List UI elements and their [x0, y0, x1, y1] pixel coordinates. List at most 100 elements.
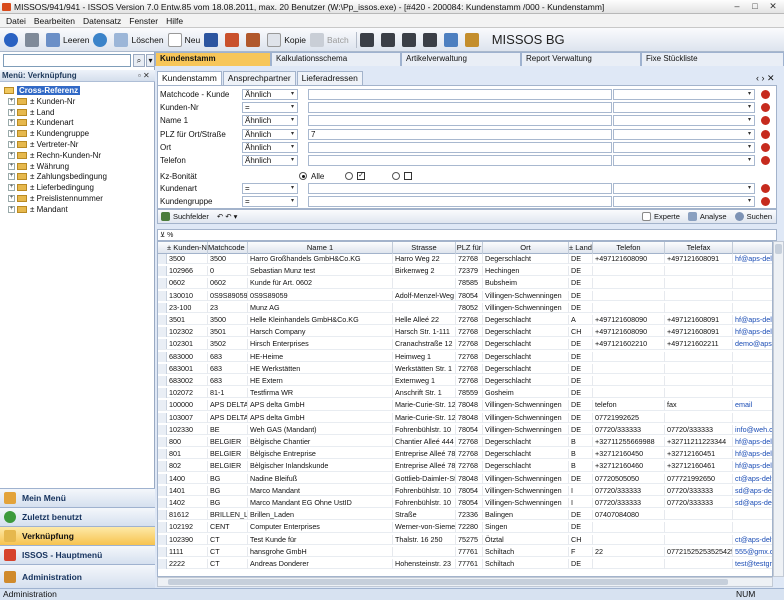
- prev-record-button[interactable]: [380, 32, 398, 47]
- tab-kalkulationsschema[interactable]: Kalkulationsschema: [271, 52, 401, 66]
- table-row[interactable]: 802 BELGIER Bèlgischer Inlandskunde Entrepr…: [158, 461, 772, 472]
- delete-button[interactable]: Löschen: [114, 32, 164, 47]
- tree-item[interactable]: + ± Mandant: [0, 204, 155, 215]
- refresh-button[interactable]: [93, 32, 110, 47]
- row-selector[interactable]: [158, 339, 167, 350]
- column-header[interactable]: Email: [733, 242, 772, 254]
- tree-item[interactable]: + ± Kundengruppe: [0, 128, 155, 139]
- hscroll-thumb[interactable]: [168, 579, 728, 585]
- tree-item[interactable]: + ± Kunden-Nr: [0, 96, 155, 107]
- table-row[interactable]: 1401 BG Marco Mandant Fohrenbühlstr. 10 7805…: [158, 485, 772, 496]
- criteria-value-input[interactable]: [308, 89, 612, 100]
- analysis-button[interactable]: Analyse: [687, 212, 727, 221]
- expand-icon[interactable]: +: [8, 141, 15, 149]
- table-row[interactable]: 23-100 23 Munz AG 78052 Villingen-Schwenning…: [158, 302, 772, 313]
- criteria-value-input[interactable]: [308, 102, 612, 114]
- criteria-value-input[interactable]: [308, 115, 612, 127]
- column-header[interactable]: ± Kunden-Nr: [167, 242, 208, 254]
- table-row[interactable]: 81612BRILLEN_LABrillen_LadenStraße72336B…: [158, 510, 772, 521]
- subtab-lieferadressen[interactable]: Lieferadressen: [296, 71, 363, 85]
- criteria-value2-input[interactable]: ▾: [613, 102, 755, 114]
- horizontal-scrollbar[interactable]: [157, 577, 773, 587]
- radio-checked-only[interactable]: [345, 172, 353, 180]
- tools-button[interactable]: [464, 32, 482, 47]
- tree-item[interactable]: + ± Lieferbedingung: [0, 182, 155, 193]
- tab-fixe-stueckliste[interactable]: Fixe Stückliste: [641, 52, 784, 66]
- column-header[interactable]: ± Land: [569, 242, 593, 254]
- operator-select[interactable]: Ähnlich ▾: [242, 89, 298, 100]
- search-fields-button[interactable]: Suchfelder: [161, 212, 209, 221]
- table-row[interactable]: 100000 APS DELTA APS delta GmbH Marie-Curie…: [158, 400, 772, 411]
- minimize-button[interactable]: –: [728, 1, 746, 12]
- operator-select[interactable]: Ähnlich ▾: [242, 141, 298, 153]
- table-row[interactable]: 683000 683 HE-Heime Heimweg 1 72768 Degerschl…: [158, 351, 772, 362]
- menu-datensatz[interactable]: Datensatz: [83, 16, 121, 26]
- table-row[interactable]: 102301 3502 Hirsch Enterprises Cranachstraß…: [158, 339, 772, 350]
- menu-fenster[interactable]: Fenster: [129, 16, 158, 26]
- criteria-value2-input[interactable]: ▾: [613, 196, 755, 208]
- menu-datei[interactable]: Datei: [6, 16, 26, 26]
- row-selector[interactable]: [158, 449, 167, 460]
- column-header[interactable]: Ort: [483, 242, 569, 254]
- row-selector[interactable]: [158, 351, 167, 362]
- remove-criteria-icon[interactable]: [761, 129, 770, 139]
- tree-root-cross-reference[interactable]: Cross-Referenz: [4, 84, 155, 96]
- batch-button[interactable]: Batch: [309, 32, 349, 47]
- tab-kundenstamm[interactable]: Kundenstamm: [155, 52, 271, 66]
- remove-criteria-icon[interactable]: [761, 184, 770, 193]
- operator-select[interactable]: = ▾: [242, 196, 298, 208]
- row-selector[interactable]: [158, 522, 167, 533]
- criteria-value-input[interactable]: 7: [308, 128, 612, 140]
- tab-report-verwaltung[interactable]: Report Verwaltung: [521, 52, 641, 66]
- row-selector[interactable]: [158, 485, 167, 496]
- row-selector[interactable]: [158, 559, 167, 569]
- tree-item[interactable]: + ± Land: [0, 107, 155, 118]
- first-record-button[interactable]: [359, 32, 377, 47]
- column-header[interactable]: Name 1: [248, 242, 393, 254]
- criteria-value2-input[interactable]: ▾: [613, 128, 755, 140]
- table-row[interactable]: 102072 81-1 Testfirma WR Anschrift Str. 1 78…: [158, 388, 772, 399]
- row-selector[interactable]: [158, 534, 167, 545]
- filter-button[interactable]: ▾: [146, 54, 155, 67]
- table-row[interactable]: 801 BELGIER Bèlgische Entreprise Entreprise…: [158, 449, 772, 460]
- table-row[interactable]: 1402 BG Marco Mandant EG Ohne UstID Fohrenb…: [158, 498, 772, 509]
- row-selector[interactable]: [158, 437, 167, 447]
- nav-administration[interactable]: Administration: [0, 564, 155, 588]
- row-selector[interactable]: [158, 376, 167, 386]
- table-row[interactable]: 102966 0 Sebastian Munz test Birkenweg 2 723…: [158, 266, 772, 277]
- expand-icon[interactable]: +: [8, 130, 15, 138]
- row-selector[interactable]: [158, 290, 167, 301]
- expand-icon[interactable]: +: [8, 184, 15, 192]
- expand-icon[interactable]: +: [8, 205, 15, 213]
- nav-links[interactable]: Verknüpfung: [0, 526, 155, 545]
- table-row[interactable]: 130010 0S9S89059 0S9S89059 Adolf-Menzel-Weg…: [158, 290, 772, 301]
- operator-select[interactable]: = ▾: [242, 102, 298, 114]
- column-header[interactable]: Telefon: [593, 242, 665, 254]
- nav-recent[interactable]: Zuletzt benutzt: [0, 507, 155, 526]
- next-record-button[interactable]: [401, 32, 419, 47]
- radio-unchecked-only[interactable]: [392, 172, 400, 180]
- table-row[interactable]: 2222 CT Andreas Donderer Hohensteinstr. 23 7…: [158, 559, 772, 570]
- subtab-ansprechpartner[interactable]: Ansprechpartner: [222, 71, 296, 85]
- row-selector[interactable]: [158, 254, 167, 264]
- table-row[interactable]: 683001 683 HE Werkstätten Werkstätten Str. …: [158, 363, 772, 374]
- scroll-thumb[interactable]: [775, 244, 782, 254]
- tree-item[interactable]: + ± Zahlungsbedingung: [0, 172, 155, 183]
- expand-icon[interactable]: +: [8, 173, 15, 181]
- calendar-button[interactable]: [225, 32, 242, 47]
- expand-icon[interactable]: +: [8, 195, 15, 203]
- expand-icon[interactable]: +: [8, 151, 15, 159]
- row-selector[interactable]: [158, 400, 167, 411]
- table-row[interactable]: 683002 683 HE Extern Externweg 1 72768 Degers…: [158, 376, 772, 387]
- subtab-kundenstamm[interactable]: Kundenstamm: [157, 71, 222, 85]
- row-selector[interactable]: [158, 461, 167, 472]
- table-row[interactable]: 102390 CT Test Kunde für Thalstr. 16 250 752…: [158, 534, 772, 545]
- navigation-search-input[interactable]: [3, 54, 131, 67]
- pin-icon[interactable]: ▫ ✕: [138, 71, 150, 80]
- table-row[interactable]: 102302 3501 Harsch Company Harsch Str. 1-11…: [158, 327, 772, 338]
- column-header[interactable]: PLZ für: [456, 242, 483, 254]
- radio-all[interactable]: [299, 172, 307, 180]
- row-selector[interactable]: [158, 424, 167, 435]
- row-selector[interactable]: [158, 302, 167, 313]
- undo-button[interactable]: ↶ ↶ ▾: [217, 212, 238, 221]
